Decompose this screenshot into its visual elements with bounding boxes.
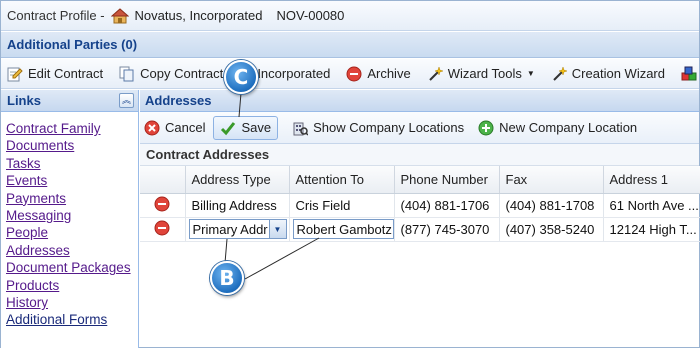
- cell-fax[interactable]: (407) 358-5240: [499, 217, 604, 242]
- delete-row-icon[interactable]: [154, 220, 170, 236]
- column-actions: [140, 166, 186, 194]
- more-tools-button[interactable]: [681, 66, 697, 82]
- contract-addresses-title: Contract Addresses: [140, 144, 699, 166]
- magic-wand-icon: [553, 65, 567, 81]
- table-row-editing[interactable]: Primary Addr ▼ Robert Gambotz (877) 745-…: [140, 217, 700, 242]
- collapse-icon[interactable]: ︽: [119, 93, 134, 108]
- links-list: Contract Family Documents Tasks Events P…: [1, 112, 138, 329]
- edit-contract-button[interactable]: Edit Contract: [7, 66, 103, 82]
- creation-wizard-button[interactable]: Creation Wizard: [551, 65, 665, 82]
- cell-attention-to[interactable]: Cris Field: [289, 193, 395, 218]
- delete-row-icon[interactable]: [154, 196, 170, 212]
- archive-label: Archive: [367, 66, 411, 81]
- grid-header-row: Address Type Attention To Phone Number F…: [140, 166, 700, 194]
- cell-address-1[interactable]: 12124 High T...: [603, 217, 700, 242]
- attention-to-input[interactable]: Robert Gambotz: [292, 219, 393, 239]
- delete-row-cell[interactable]: [140, 193, 186, 218]
- address-type-select[interactable]: Primary Addr ▼: [188, 219, 287, 239]
- link-people[interactable]: People: [6, 224, 138, 241]
- contract-toolbar: Edit Contract Copy Contract dd Incorpora…: [1, 59, 699, 89]
- callout-c-label: C: [233, 65, 249, 89]
- link-products[interactable]: Products: [6, 277, 138, 294]
- addresses-grid: Address Type Attention To Phone Number F…: [140, 166, 700, 242]
- building-icon: [293, 122, 309, 136]
- new-company-location-button[interactable]: New Company Location: [478, 120, 637, 136]
- link-contract-family[interactable]: Contract Family: [6, 120, 138, 137]
- chevron-down-icon[interactable]: ▼: [268, 220, 286, 238]
- link-history[interactable]: History: [6, 294, 138, 311]
- addresses-panel: Addresses Cancel Save Show Company Locat…: [140, 90, 700, 348]
- save-label: Save: [241, 120, 272, 135]
- title-bar: Contract Profile - Novatus, Incorporated…: [1, 1, 699, 31]
- copy-contract-button[interactable]: Copy Contract: [119, 66, 223, 82]
- cell-fax[interactable]: (404) 881-1708: [499, 193, 604, 218]
- archive-button[interactable]: Archive: [346, 66, 411, 82]
- column-address-type[interactable]: Address Type: [185, 166, 290, 194]
- add-icon: [478, 120, 494, 135]
- link-addresses[interactable]: Addresses: [6, 242, 138, 259]
- delete-row-cell[interactable]: [140, 217, 186, 242]
- link-documents[interactable]: Documents: [6, 137, 138, 154]
- checkmark-icon: [221, 121, 236, 135]
- additional-parties-label: Additional Parties (0): [7, 37, 138, 52]
- link-tasks[interactable]: Tasks: [6, 155, 138, 172]
- edit-icon: [7, 67, 23, 81]
- links-panel: Links ︽ Contract Family Documents Tasks …: [1, 90, 139, 348]
- link-messaging[interactable]: Messaging: [6, 207, 138, 224]
- callout-c-badge: C: [224, 60, 258, 94]
- additional-parties-bar[interactable]: Additional Parties (0): [1, 32, 699, 58]
- cancel-label: Cancel: [165, 120, 206, 135]
- show-company-locations-label: Show Company Locations: [313, 120, 465, 135]
- cancel-icon: [144, 120, 160, 135]
- contract-profile-window: Contract Profile - Novatus, Incorporated…: [0, 0, 700, 348]
- link-payments[interactable]: Payments: [6, 190, 138, 207]
- cell-address-type-editor: Primary Addr ▼: [185, 217, 290, 242]
- address-type-select-value: Primary Addr: [192, 221, 268, 237]
- minus-circle-icon: [346, 66, 362, 81]
- column-phone-number[interactable]: Phone Number: [394, 166, 500, 194]
- copy-icon: [119, 66, 134, 81]
- column-address-1[interactable]: Address 1: [603, 166, 700, 194]
- contract-addresses-label: Contract Addresses: [146, 147, 270, 162]
- cell-phone-number[interactable]: (877) 745-3070: [394, 217, 500, 242]
- company-name: Novatus, Incorporated: [134, 8, 263, 23]
- save-button[interactable]: Save: [213, 115, 279, 140]
- edit-contract-label: Edit Contract: [28, 66, 104, 81]
- creation-wizard-label: Creation Wizard: [571, 66, 665, 81]
- magic-wand-icon: [428, 65, 443, 81]
- show-company-locations-button[interactable]: Show Company Locations: [292, 120, 464, 136]
- link-document-packages[interactable]: Document Packages: [6, 259, 138, 276]
- wizard-tools-label: Wizard Tools: [447, 66, 522, 81]
- contract-number: NOV-00080: [276, 8, 345, 23]
- cell-address-1[interactable]: 61 North Ave ...: [603, 193, 700, 218]
- table-row[interactable]: Billing Address Cris Field (404) 881-170…: [140, 193, 700, 218]
- callout-b-badge: B: [210, 261, 244, 295]
- link-additional-forms[interactable]: Additional Forms: [6, 311, 138, 328]
- links-header: Links ︽: [1, 90, 138, 112]
- column-fax[interactable]: Fax: [499, 166, 604, 194]
- cell-phone-number[interactable]: (404) 881-1706: [394, 193, 500, 218]
- link-events[interactable]: Events: [6, 172, 138, 189]
- links-title: Links: [7, 93, 41, 108]
- addresses-header: Addresses: [140, 90, 699, 112]
- addresses-toolbar: Cancel Save Show Company Locations New C…: [140, 112, 699, 144]
- cell-address-type[interactable]: Billing Address: [185, 193, 290, 218]
- callout-b-label: B: [219, 266, 235, 290]
- copy-contract-label: Copy Contract: [140, 66, 224, 81]
- caret-down-icon: ▼: [526, 69, 535, 78]
- cubes-icon: [681, 66, 697, 80]
- new-company-location-label: New Company Location: [499, 120, 638, 135]
- cancel-button[interactable]: Cancel: [144, 120, 205, 136]
- column-attention-to[interactable]: Attention To: [289, 166, 395, 194]
- cell-attention-to-editor: Robert Gambotz: [289, 217, 395, 242]
- page-title-prefix: Contract Profile -: [7, 8, 105, 23]
- house-icon: [110, 7, 129, 23]
- addresses-title: Addresses: [145, 93, 212, 108]
- wizard-tools-menu[interactable]: Wizard Tools ▼: [427, 65, 535, 82]
